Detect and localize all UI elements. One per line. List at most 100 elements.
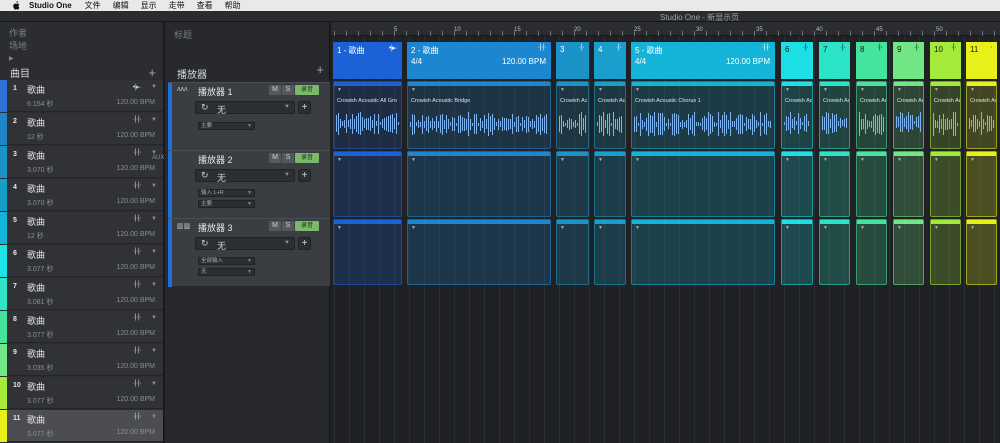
song-marker-icon[interactable]: ·|·|· [133,347,142,354]
segment-marker-icon[interactable]: ·|·|· [538,44,547,51]
menu-help[interactable]: 帮助 [225,0,241,11]
song-item[interactable]: 10 歌曲 ·|·|· ▼ 3.077 秒 120.00 BPM [0,377,163,409]
chevron-down-icon[interactable]: ▼ [823,157,828,163]
menu-browse[interactable]: 查看 [197,0,213,11]
player-track[interactable]: ▥▥ 播放器 3 M S 录音 ↻ 无 ▼ + 全部输入 ▼ 无 ▼ [168,218,330,287]
preset-select[interactable]: ↻ 无 ▼ [195,237,295,251]
segment-marker-icon[interactable]: ·|· [951,44,956,51]
chevron-down-icon[interactable]: ▼ [934,87,939,93]
player-name[interactable]: 播放器 1 [198,85,233,98]
loop-icon[interactable]: ↻ [201,170,209,181]
chevron-down-icon[interactable]: ▼ [151,84,157,90]
segment-marker-icon[interactable]: •|▸· [389,44,398,52]
chevron-down-icon[interactable]: ▼ [337,87,342,93]
song-item[interactable]: 7 歌曲 ·|·|· ▼ 3.081 秒 120.00 BPM [0,278,163,310]
song-marker-icon[interactable]: ·|·|· [133,314,142,321]
chevron-down-icon[interactable]: ▼ [411,225,416,231]
chevron-down-icon[interactable]: ▼ [860,87,865,93]
song-segment-header[interactable]: 6 ·|· [781,42,813,79]
chevron-down-icon[interactable]: ▼ [823,225,828,231]
song-marker-icon[interactable]: ·|·|· [133,215,142,222]
record-button[interactable]: 录音 [295,153,319,163]
segment-marker-icon[interactable]: · [990,44,992,51]
mute-button[interactable]: M [269,221,281,231]
song-item[interactable]: 8 歌曲 ·|·|· ▼ 3.077 秒 120.00 BPM [0,311,163,343]
player-name[interactable]: 播放器 3 [198,221,233,234]
empty-clip[interactable]: ▼ [819,151,850,217]
empty-clip[interactable]: ▼ [631,151,775,217]
empty-clip[interactable]: ▼ [407,219,551,285]
app-menu[interactable]: Studio One [29,1,72,10]
timeline-ruler[interactable]: 5 10 15 20 25 30 35 40 45 50 [331,22,1000,36]
chevron-down-icon[interactable]: ▼ [860,157,865,163]
output-select[interactable]: 无 ▼ [198,268,255,276]
chevron-down-icon[interactable]: ▼ [151,183,157,189]
audio-clip[interactable]: ▼ Crowish Acoustic Chorus 1 [631,81,775,149]
song-item[interactable]: 11 歌曲 ·|·|· ▼ 3.077 秒 120.00 BPM [0,410,163,442]
chevron-down-icon[interactable]: ▼ [560,225,565,231]
segment-marker-icon[interactable]: ·|· [579,44,584,51]
menu-edit[interactable]: 编辑 [113,0,129,11]
song-marker-icon[interactable]: ·|·|· [133,116,142,123]
add-preset-button[interactable]: + [298,101,311,114]
song-segment-header[interactable]: 9 ·|· [893,42,924,79]
audio-clip[interactable]: ▼ Crowish Ac [594,81,626,149]
chevron-down-icon[interactable]: ▼ [411,157,416,163]
chevron-down-icon[interactable]: ▼ [635,157,640,163]
output-select[interactable]: 主要 ▼ [198,200,255,208]
chevron-down-icon[interactable]: ▼ [785,157,790,163]
audio-clip[interactable]: ▼ Crowish Ac [930,81,961,149]
audio-clip[interactable]: ▼ Crowish Ac [556,81,589,149]
empty-clip[interactable]: ▼ [893,219,924,285]
song-item[interactable]: 9 歌曲 ·|·|· ▼ 3.035 秒 120.00 BPM [0,344,163,376]
song-segment-header[interactable]: 11 · [966,42,997,79]
audio-clip[interactable]: ▼ Crowish Acoustic All Gro [333,81,402,149]
chevron-down-icon[interactable]: ▼ [598,225,603,231]
chevron-down-icon[interactable]: ▼ [337,225,342,231]
chevron-down-icon[interactable]: ▼ [970,225,975,231]
preset-select[interactable]: ↻ 无 ▼ [195,169,295,183]
menu-transport[interactable]: 走带 [169,0,185,11]
song-segment-header[interactable]: 2 - 歌曲 ·|·|· 4/4 120.00 BPM [407,42,551,79]
empty-clip[interactable]: ▼ [333,219,402,285]
song-segment-header[interactable]: 5 - 歌曲 ·|·|· 4/4 120.00 BPM [631,42,775,79]
chevron-down-icon[interactable]: ▼ [897,87,902,93]
author-label[interactable]: 作者 [9,27,154,40]
chevron-down-icon[interactable]: ▼ [151,315,157,321]
segment-marker-icon[interactable]: ·|· [914,44,919,51]
chevron-down-icon[interactable]: ▼ [337,157,342,163]
input-select[interactable]: 输入 L+R ▼ [198,189,255,197]
song-segment-header[interactable]: 3 ·|· [556,42,589,79]
chevron-down-icon[interactable]: ▼ [934,157,939,163]
chevron-down-icon[interactable]: ▼ [151,348,157,354]
segment-marker-icon[interactable]: ·|· [840,44,845,51]
chevron-down-icon[interactable]: ▼ [970,157,975,163]
empty-clip[interactable]: ▼ [781,151,813,217]
empty-clip[interactable]: ▼ [333,151,402,217]
empty-clip[interactable]: ▼ [781,219,813,285]
song-marker-icon[interactable]: ·|·|· [133,182,142,189]
audio-clip[interactable]: ▼ Crowish Ac [893,81,924,149]
song-marker-icon[interactable]: ·|·|· [133,413,142,420]
song-segment-header[interactable]: 7 ·|· [819,42,850,79]
empty-clip[interactable]: ▼ [930,219,961,285]
audio-clip[interactable]: ▼ Crowish Ac [819,81,850,149]
chevron-down-icon[interactable]: ▼ [151,381,157,387]
solo-button[interactable]: S [282,85,294,95]
song-item[interactable]: 4 歌曲 ·|·|· ▼ 3.070 秒 120.00 BPM [0,179,163,211]
menu-file[interactable]: 文件 [85,0,101,11]
segment-marker-icon[interactable]: ·|· [877,44,882,51]
add-song-button[interactable]: + [148,65,156,80]
empty-clip[interactable]: ▼ [556,151,589,217]
chevron-down-icon[interactable]: ▼ [635,87,640,93]
song-marker-icon[interactable]: ·|·|· [133,248,142,255]
chevron-down-icon[interactable]: ▼ [560,87,565,93]
song-segment-header[interactable]: 4 ·|· [594,42,626,79]
empty-clip[interactable]: ▼ [594,151,626,217]
chevron-down-icon[interactable]: ▼ [151,117,157,123]
chevron-down-icon[interactable]: ▼ [785,225,790,231]
empty-clip[interactable]: ▼ [556,219,589,285]
player-track[interactable]: ʌʌʌ 播放器 1 M S 录音 ↻ 无 ▼ + 主要 ▼ [168,82,330,151]
mute-button[interactable]: M [269,153,281,163]
song-marker-icon[interactable]: ·|·|· [133,149,142,156]
